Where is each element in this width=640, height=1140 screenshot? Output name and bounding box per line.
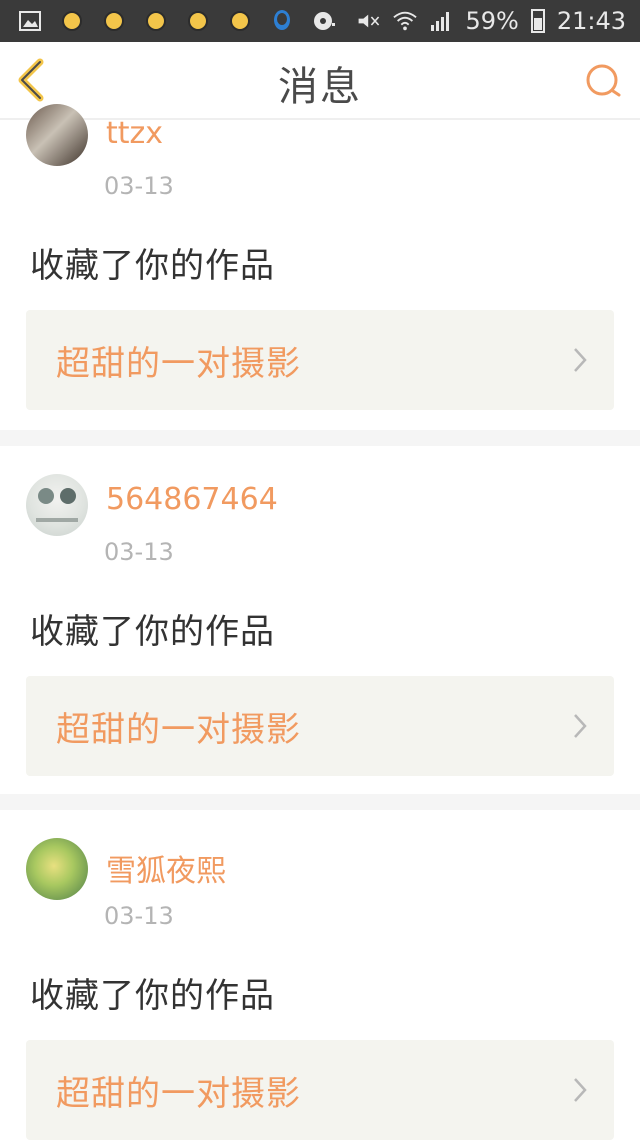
message-action: 收藏了你的作品	[30, 976, 275, 1016]
chevron-right-icon	[574, 714, 587, 738]
chevron-right-icon	[574, 1078, 587, 1102]
notification-icon	[144, 9, 168, 33]
message-list: ttzx 03-13 收藏了你的作品 超甜的一对摄影 564867464 03-…	[0, 104, 640, 1140]
page-title: 消息	[278, 64, 362, 110]
battery-percentage: 59%	[465, 7, 519, 35]
work-link[interactable]: 超甜的一对摄影	[26, 310, 614, 410]
avatar[interactable]	[26, 474, 88, 536]
message-date: 03-13	[104, 538, 174, 566]
message-action: 收藏了你的作品	[30, 612, 275, 652]
username[interactable]: 564867464	[106, 482, 278, 517]
status-time: 21:43	[556, 7, 626, 35]
notification-icon	[102, 9, 126, 33]
list-separator	[0, 430, 640, 446]
header-bar: 消息	[0, 42, 640, 120]
search-button[interactable]	[584, 62, 624, 102]
message-date: 03-13	[104, 172, 174, 200]
username[interactable]: 雪狐夜熙	[106, 846, 226, 890]
wifi-icon	[393, 9, 418, 33]
search-icon	[586, 64, 621, 97]
avatar[interactable]	[26, 838, 88, 900]
work-title: 超甜的一对摄影	[56, 710, 301, 750]
avatar[interactable]	[26, 104, 88, 166]
work-title: 超甜的一对摄影	[56, 344, 301, 384]
signal-icon	[429, 9, 453, 33]
disc-icon	[312, 9, 336, 33]
qq-icon	[270, 9, 294, 33]
status-bar-left	[18, 6, 336, 36]
notification-icon	[186, 9, 210, 33]
work-title: 超甜的一对摄影	[56, 1074, 301, 1114]
gallery-icon	[18, 9, 42, 33]
work-link[interactable]: 超甜的一对摄影	[26, 1040, 614, 1140]
username[interactable]: ttzx	[106, 116, 163, 151]
status-bar: 59% 21:43	[0, 0, 640, 42]
message-item: ttzx 03-13 收藏了你的作品 超甜的一对摄影	[0, 104, 640, 430]
work-link[interactable]: 超甜的一对摄影	[26, 676, 614, 776]
chevron-right-icon	[574, 348, 587, 372]
status-bar-right: 59% 21:43	[357, 6, 626, 36]
notification-icon	[60, 9, 84, 33]
message-date: 03-13	[104, 902, 174, 930]
message-item: 雪狐夜熙 03-13 收藏了你的作品 超甜的一对摄影	[0, 810, 640, 1140]
battery-icon	[530, 9, 545, 33]
message-action: 收藏了你的作品	[30, 246, 275, 286]
mute-icon	[357, 9, 381, 33]
message-item: 564867464 03-13 收藏了你的作品 超甜的一对摄影	[0, 446, 640, 794]
list-separator	[0, 794, 640, 810]
notification-icon	[228, 9, 252, 33]
